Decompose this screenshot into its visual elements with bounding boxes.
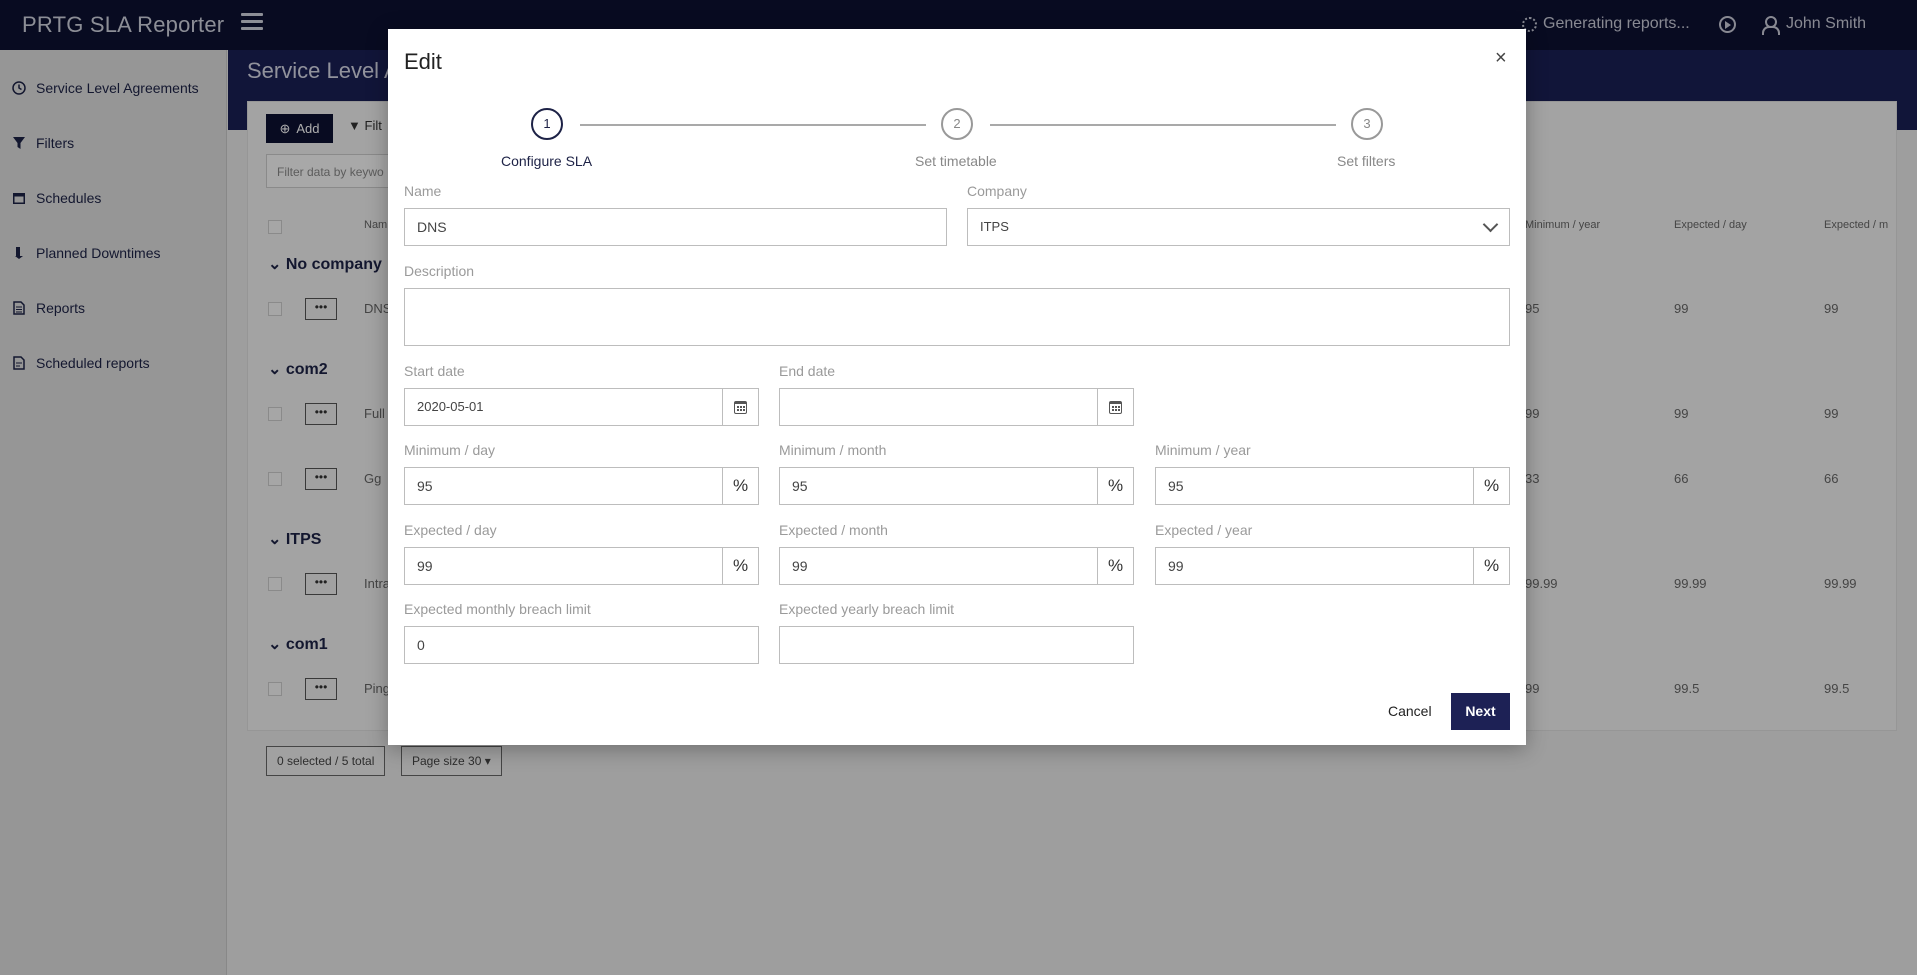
company-select[interactable]: ITPS	[967, 208, 1510, 246]
end-date-label: End date	[779, 363, 836, 379]
exp-year-label: Expected / year	[1155, 522, 1253, 538]
min-year-label: Minimum / year	[1155, 442, 1251, 458]
next-button[interactable]: Next	[1451, 693, 1510, 730]
dialog-title: Edit	[404, 49, 442, 74]
cancel-button[interactable]: Cancel	[1388, 703, 1432, 719]
name-label: Name	[404, 183, 442, 199]
percent-icon: %	[723, 467, 759, 505]
percent-icon: %	[1098, 467, 1134, 505]
yearly-breach-label: Expected yearly breach limit	[779, 601, 955, 617]
exp-day-label: Expected / day	[404, 522, 497, 538]
start-date-picker-button[interactable]	[723, 388, 759, 426]
min-month-input[interactable]: 95	[779, 467, 1098, 505]
step-2-label: Set timetable	[915, 153, 997, 169]
percent-icon: %	[723, 547, 759, 585]
min-day-input[interactable]: 95	[404, 467, 723, 505]
description-label: Description	[404, 263, 475, 279]
exp-day-input[interactable]: 99	[404, 547, 723, 585]
start-date-input[interactable]: 2020-05-01	[404, 388, 723, 426]
step-2-indicator[interactable]: 2	[941, 108, 973, 140]
name-input[interactable]: DNS	[404, 208, 947, 246]
edit-dialog: Edit × 1 2 3 Configure SLA Set timetable…	[388, 29, 1526, 745]
stepper-connector	[580, 124, 926, 126]
exp-month-input[interactable]: 99	[779, 547, 1098, 585]
start-date-label: Start date	[404, 363, 465, 379]
min-month-label: Minimum / month	[779, 442, 887, 458]
percent-icon: %	[1098, 547, 1134, 585]
monthly-breach-input[interactable]: 0	[404, 626, 759, 664]
close-icon[interactable]: ×	[1495, 47, 1507, 70]
monthly-breach-label: Expected monthly breach limit	[404, 601, 591, 617]
exp-month-label: Expected / month	[779, 522, 888, 538]
min-day-label: Minimum / day	[404, 442, 496, 458]
calendar-icon	[1109, 400, 1122, 414]
end-date-input[interactable]	[779, 388, 1098, 426]
end-date-picker-button[interactable]	[1098, 388, 1134, 426]
stepper-connector	[990, 124, 1336, 126]
step-1-label: Configure SLA	[501, 153, 593, 169]
min-year-input[interactable]: 95	[1155, 467, 1474, 505]
percent-icon: %	[1474, 547, 1510, 585]
company-selected-value: ITPS	[980, 219, 1009, 234]
step-3-indicator[interactable]: 3	[1351, 108, 1383, 140]
company-label: Company	[967, 183, 1027, 199]
step-3-label: Set filters	[1337, 153, 1396, 169]
yearly-breach-input[interactable]	[779, 626, 1134, 664]
percent-icon: %	[1474, 467, 1510, 505]
calendar-icon	[734, 400, 747, 414]
description-textarea[interactable]	[404, 288, 1510, 346]
exp-year-input[interactable]: 99	[1155, 547, 1474, 585]
step-1-indicator[interactable]: 1	[531, 108, 563, 140]
